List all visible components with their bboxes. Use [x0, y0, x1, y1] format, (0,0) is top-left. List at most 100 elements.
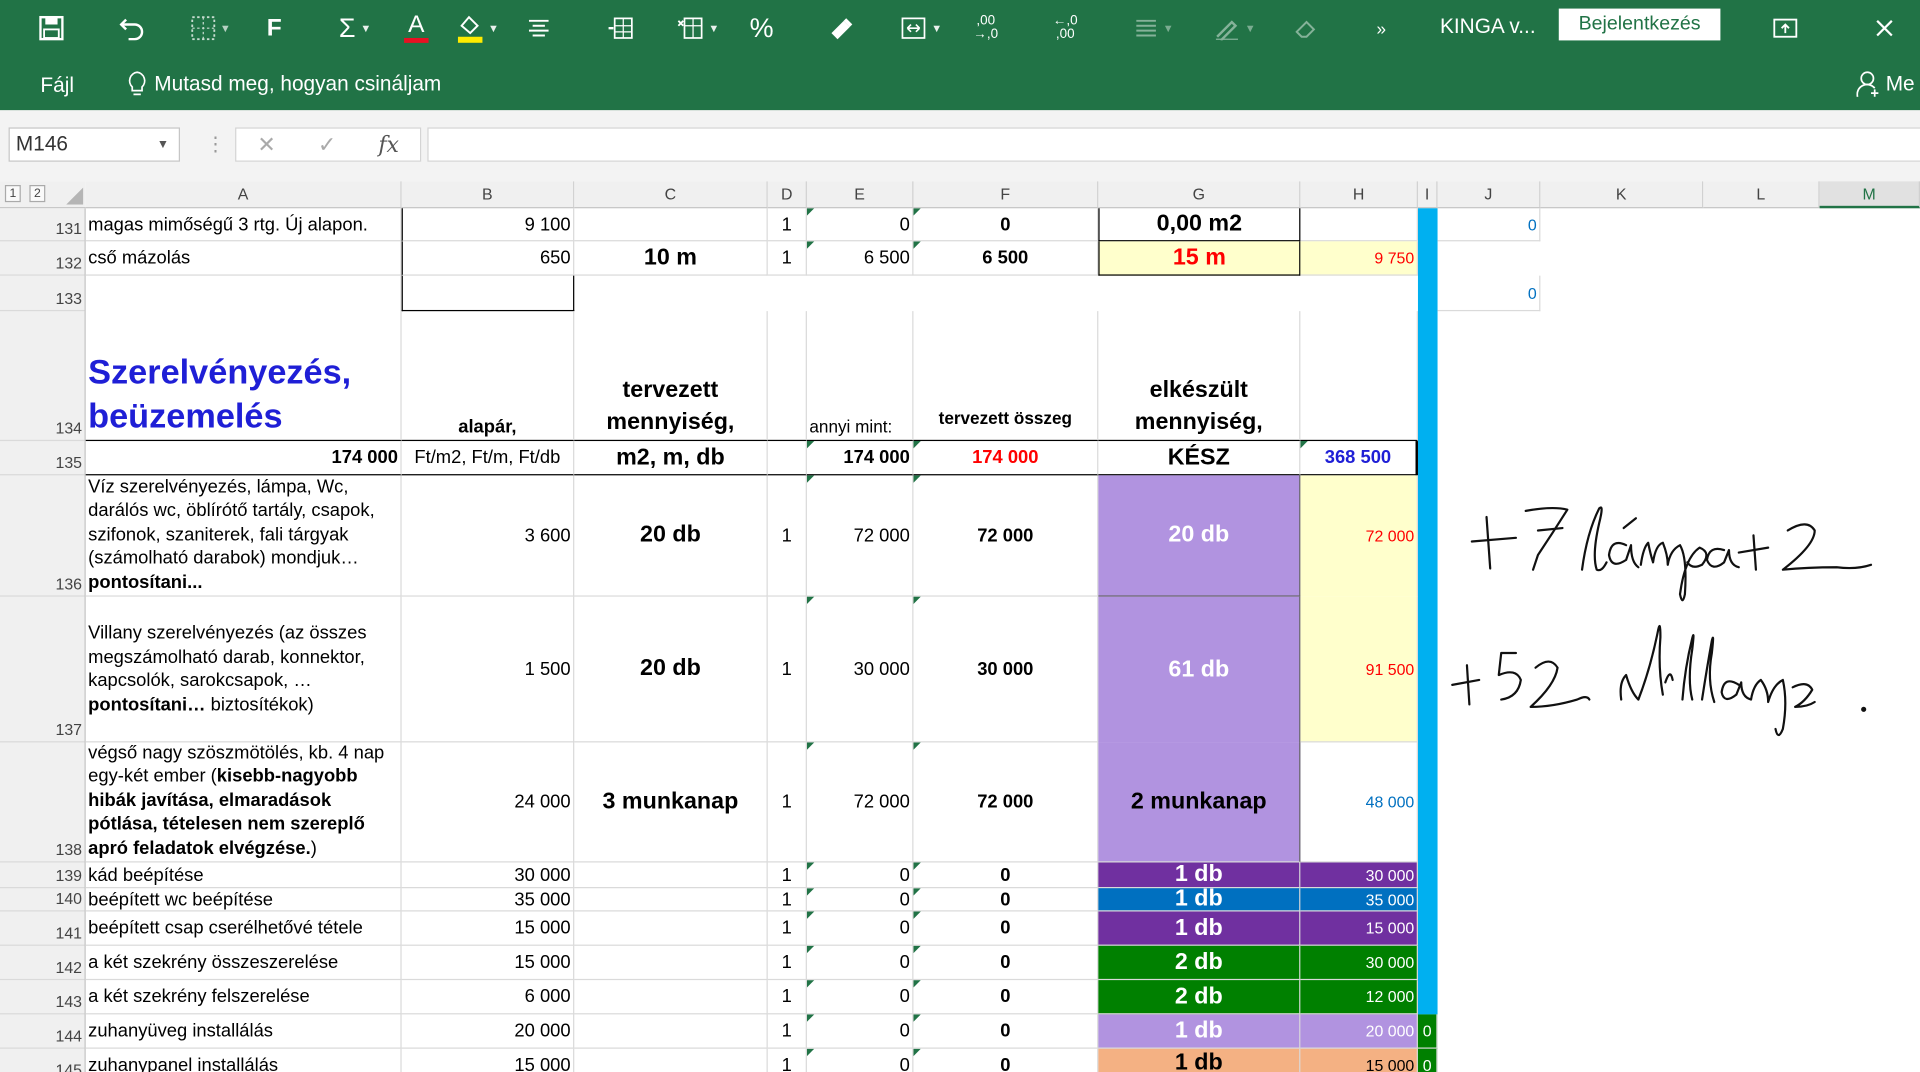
cell-h139[interactable]: 30 000: [1300, 862, 1418, 889]
cell-c145[interactable]: [574, 1048, 768, 1072]
cell-d131[interactable]: 1: [767, 208, 807, 242]
signin-button[interactable]: Bejelentkezés: [1558, 8, 1721, 41]
more-options-icon[interactable]: ⋮: [206, 132, 226, 157]
cell-e144[interactable]: 0: [806, 1014, 914, 1049]
cell-g132[interactable]: 15 m: [1098, 241, 1301, 276]
cell-h137[interactable]: 91 500: [1300, 596, 1418, 743]
cell-e136[interactable]: 72 000: [806, 475, 914, 597]
cell-c138[interactable]: 3 munkanap: [574, 742, 768, 863]
row-header-131[interactable]: 131: [0, 208, 85, 242]
cell-h142[interactable]: 30 000: [1300, 945, 1418, 981]
cell-g139[interactable]: 1 db: [1098, 862, 1301, 889]
cell-a142[interactable]: a két szekrény összeszerelése: [85, 945, 402, 981]
cell-c143[interactable]: [574, 980, 768, 1015]
tab-file[interactable]: Fájl: [40, 74, 74, 99]
cell-f144[interactable]: 0: [913, 1014, 1099, 1049]
cell-e134[interactable]: annyi mint:: [806, 311, 914, 442]
save-icon[interactable]: [34, 7, 68, 49]
format-painter-icon[interactable]: [825, 7, 857, 49]
row-header-144[interactable]: 144: [0, 1014, 85, 1049]
cell-d145[interactable]: 1: [768, 1048, 807, 1072]
cell-e141[interactable]: 0: [806, 911, 914, 946]
cell-b134[interactable]: alapár,: [401, 311, 575, 442]
cell-g137[interactable]: 61 db: [1098, 596, 1301, 743]
cell-b137[interactable]: 1 500: [401, 596, 575, 743]
cell-e135[interactable]: 174 000: [806, 441, 914, 476]
cell-a138[interactable]: végső nagy szöszmötölés, kb. 4 nap egy-k…: [85, 742, 402, 863]
share-button[interactable]: Me: [1856, 71, 1915, 98]
cell-h131[interactable]: [1300, 208, 1418, 242]
cell-b136[interactable]: 3 600: [401, 475, 575, 597]
cell-g138[interactable]: 2 munkanap: [1098, 742, 1301, 863]
cell-a136[interactable]: Víz szerelvényezés, lámpa, Wc, darálós w…: [85, 475, 402, 597]
align-justify-icon[interactable]: ▼: [1127, 7, 1181, 49]
cell-d144[interactable]: 1: [767, 1014, 807, 1049]
fill-color-icon[interactable]: ▼: [453, 7, 502, 49]
cell-b131[interactable]: 9 100: [401, 208, 575, 242]
cell-d142[interactable]: 1: [767, 945, 807, 981]
column-header-g[interactable]: G: [1098, 181, 1301, 209]
cell-e145[interactable]: 0: [806, 1048, 914, 1072]
chevron-down-icon[interactable]: ▼: [157, 138, 169, 151]
cell-g142[interactable]: 2 db: [1098, 945, 1301, 981]
cell-h140[interactable]: 35 000: [1300, 888, 1418, 912]
cell-b132[interactable]: 650: [401, 241, 575, 276]
decrease-decimal-button[interactable]: ←,0 ,00: [1047, 7, 1084, 49]
cell-h143[interactable]: 12 000: [1300, 980, 1418, 1015]
cell-c136[interactable]: 20 db: [574, 475, 768, 597]
cell-h134[interactable]: [1300, 311, 1418, 442]
column-header-l[interactable]: L: [1703, 181, 1820, 209]
cell-d139[interactable]: 1: [767, 862, 807, 889]
column-header-j[interactable]: J: [1437, 181, 1541, 209]
cell-a137[interactable]: Villany szerelvényezés (az összes megszá…: [85, 596, 402, 743]
outline-level-2[interactable]: 2: [29, 184, 46, 203]
cell-f145[interactable]: 0: [913, 1048, 1099, 1072]
column-header-h[interactable]: H: [1300, 181, 1418, 209]
eraser-icon[interactable]: [1291, 7, 1320, 49]
cell-f137[interactable]: 30 000: [913, 596, 1099, 743]
column-header-a[interactable]: A: [85, 181, 402, 209]
confirm-icon[interactable]: ✓: [318, 132, 336, 158]
row-header-138[interactable]: 138: [0, 742, 85, 863]
cancel-icon[interactable]: ✕: [257, 132, 275, 158]
cell-c132[interactable]: 10 m: [574, 241, 768, 276]
fullscreen-icon[interactable]: [1771, 7, 1800, 49]
cell-b144[interactable]: 20 000: [401, 1014, 575, 1049]
font-color-icon[interactable]: A: [392, 7, 441, 49]
cell-g141[interactable]: 1 db: [1098, 911, 1301, 946]
cell-c140[interactable]: [574, 888, 768, 912]
cell-c141[interactable]: [574, 911, 768, 946]
cell-g134[interactable]: elkészült mennyiség,: [1098, 311, 1301, 442]
cell-f142[interactable]: 0: [913, 945, 1099, 981]
column-header-f[interactable]: F: [913, 181, 1099, 209]
cell-c137[interactable]: 20 db: [574, 596, 768, 743]
cell-h141[interactable]: 15 000: [1300, 911, 1418, 946]
cell-f139[interactable]: 0: [913, 862, 1099, 889]
cell-a145[interactable]: zuhanypanel installálás: [86, 1048, 402, 1072]
row-header-137[interactable]: 137: [0, 597, 85, 743]
cell-c144[interactable]: [574, 1014, 768, 1049]
cell-i144[interactable]: 0: [1417, 1014, 1438, 1049]
cell-e139[interactable]: 0: [806, 862, 914, 889]
delete-cells-icon[interactable]: ▼: [673, 7, 722, 49]
cell-h132[interactable]: 9 750: [1300, 241, 1418, 276]
cell-f132[interactable]: 6 500: [913, 241, 1099, 276]
cell-d134[interactable]: [767, 311, 807, 442]
tell-me-search[interactable]: Mutasd meg, hogyan csináljam: [127, 71, 441, 98]
cell-f131[interactable]: 0: [913, 208, 1099, 242]
cell-b135[interactable]: Ft/m2, Ft/m, Ft/db: [401, 441, 575, 476]
cell-d140[interactable]: 1: [767, 888, 807, 912]
cell-d143[interactable]: 1: [767, 980, 807, 1015]
cell-a132[interactable]: cső mázolás: [85, 241, 402, 276]
insert-function-icon[interactable]: fx: [378, 132, 399, 158]
close-icon[interactable]: [1871, 7, 1898, 49]
cell-a139[interactable]: kád beépítése: [85, 862, 402, 889]
cell-d136[interactable]: 1: [767, 475, 807, 597]
cell-g144[interactable]: 1 db: [1098, 1014, 1301, 1049]
cell-a135[interactable]: 174 000: [85, 441, 402, 476]
cell-e132[interactable]: 6 500: [806, 241, 914, 276]
cell-a144[interactable]: zuhanyüveg installálás: [85, 1014, 402, 1049]
cell-h144[interactable]: 20 000: [1300, 1014, 1418, 1049]
cell-b139[interactable]: 30 000: [401, 862, 575, 889]
cell-h136[interactable]: 72 000: [1300, 475, 1418, 597]
